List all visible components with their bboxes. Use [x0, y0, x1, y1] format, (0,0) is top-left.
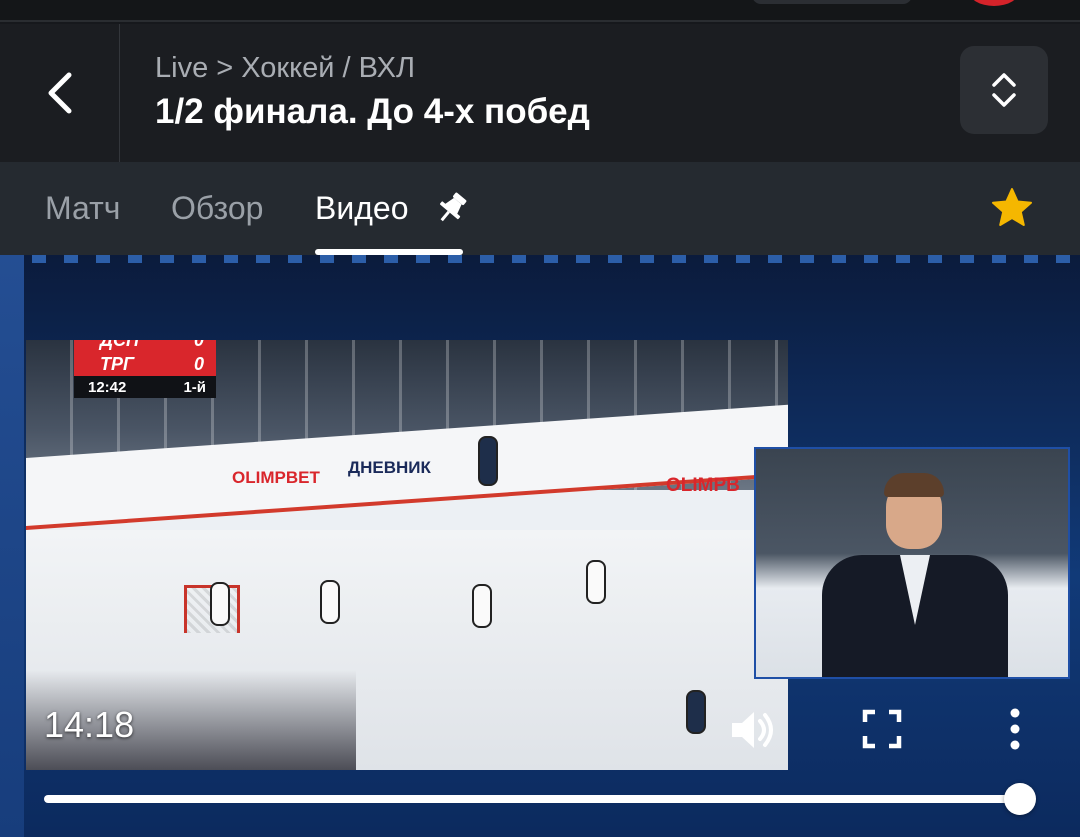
tab-match[interactable]: Матч	[45, 190, 120, 227]
more-vertical-icon[interactable]	[1004, 707, 1026, 751]
breadcrumb[interactable]: Live > Хоккей / ВХЛ	[155, 52, 415, 85]
status-pill	[752, 0, 912, 4]
tab-video[interactable]: Видео	[315, 190, 408, 227]
expand-button[interactable]	[960, 46, 1048, 134]
frame-edge	[0, 255, 24, 837]
tab-bar: Матч Обзор Видео	[0, 162, 1080, 255]
player	[686, 690, 706, 734]
scoreboard: ДСП 0 ТРГ 0 12:42 1-й	[74, 340, 216, 398]
volume-icon[interactable]	[728, 708, 776, 752]
page-title: 1/2 финала. До 4-х побед	[155, 92, 590, 131]
commentator-inset	[754, 447, 1070, 679]
commentator-hair	[884, 473, 944, 497]
player	[210, 582, 230, 626]
player	[472, 584, 492, 628]
video-player[interactable]: OLIMPBET ДНЕВНИК OLIMPB ДСП 0 ТРГ 0 12:4…	[0, 255, 1080, 837]
home-score: 0	[194, 340, 204, 351]
player	[320, 580, 340, 624]
scoreboard-home: ДСП 0	[74, 340, 216, 352]
game-period: 1-й	[183, 378, 206, 396]
time-code: 14:18	[44, 704, 135, 745]
game-clock: 12:42	[88, 378, 127, 396]
status-strip	[0, 0, 1080, 22]
away-score: 0	[193, 353, 204, 374]
player	[586, 560, 606, 604]
board-sponsor: ДНЕВНИК	[348, 458, 431, 477]
chevron-up-down-icon	[992, 73, 1016, 107]
away-team: ТРГ	[100, 353, 135, 374]
referee	[478, 436, 498, 486]
tab-overview[interactable]: Обзор	[171, 190, 263, 227]
progress-handle[interactable]	[1004, 783, 1036, 815]
back-button[interactable]	[0, 24, 120, 162]
pin-icon[interactable]	[434, 190, 470, 226]
star-icon[interactable]	[990, 186, 1034, 230]
fullscreen-icon[interactable]	[862, 709, 902, 749]
scoreboard-away: ТРГ 0	[74, 352, 216, 376]
board-sponsor: OLIMPBET	[232, 468, 320, 487]
main-video-feed: OLIMPBET ДНЕВНИК OLIMPB ДСП 0 ТРГ 0 12:4…	[26, 340, 788, 770]
match-header: Live > Хоккей / ВХЛ 1/2 финала. До 4-х п…	[0, 24, 1080, 162]
chevron-left-icon	[48, 72, 71, 114]
top-dashes	[0, 255, 1080, 263]
scoreboard-clock: 12:42 1-й	[74, 376, 216, 398]
status-indicator	[968, 0, 1020, 6]
home-team: ДСП	[100, 340, 139, 351]
progress-bar[interactable]	[44, 795, 1022, 803]
board-sponsor: OLIMPB	[666, 475, 740, 496]
